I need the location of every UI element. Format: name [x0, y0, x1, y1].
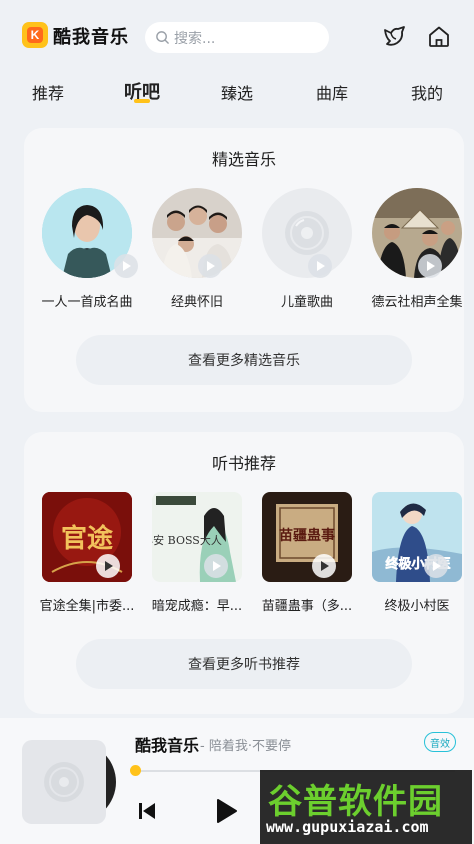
vinyl-placeholder-icon: [44, 762, 84, 802]
track-subtitle: - 陪着我·不要停: [200, 739, 291, 754]
watermark: 谷普软件园 www.gupuxiazai.com: [260, 770, 472, 844]
cover-art-image: 终极小村医: [372, 492, 462, 582]
progress-thumb[interactable]: [130, 765, 141, 776]
vinyl-placeholder-icon: [262, 188, 352, 278]
bird-icon[interactable]: [382, 24, 408, 50]
play-icon[interactable]: [212, 797, 240, 825]
section-title: 精选音乐: [211, 150, 276, 169]
play-icon[interactable]: [198, 254, 222, 278]
play-icon[interactable]: [96, 554, 120, 578]
playlist-label: 一人一首成名曲: [41, 295, 133, 310]
audiobook-label: 苗疆蛊事（多...: [261, 599, 353, 614]
playlist-cover: [262, 188, 352, 278]
track-title: 酷我音乐: [135, 736, 200, 755]
tab-selected[interactable]: 臻选: [221, 80, 253, 104]
crosstalk-photo-image: [372, 188, 462, 278]
sound-effect-badge[interactable]: 音效: [424, 732, 456, 752]
playlist-label: 儿童歌曲: [280, 295, 333, 310]
play-icon[interactable]: [418, 254, 442, 278]
tab-mine[interactable]: 我的: [411, 80, 443, 104]
cover-title-text: 苗疆蛊事: [279, 527, 335, 544]
top-tabs: 推荐 听吧 臻选 曲库 我的: [0, 72, 474, 112]
cover-art-image: 苗疆蛊事: [262, 492, 352, 582]
audiobook-label: 终极小村医: [384, 599, 450, 614]
featured-music-card: 精选音乐 一人一首成名曲 经典怀旧 儿童歌曲 德云社相声全集 查看更多精选音乐: [24, 128, 464, 412]
search-icon: [156, 31, 169, 44]
app-header: K 酷我音乐 搜索...: [0, 0, 474, 70]
search-input[interactable]: 搜索...: [145, 22, 329, 53]
audiobook-card: 听书推荐 官途 官途全集|市委... 安 BOSS大人 暗宠成瘾：早... 苗疆…: [24, 432, 464, 714]
group-photo-image: [152, 188, 242, 278]
cover-title-text: 早安 BOSS大人: [152, 533, 222, 547]
tab-library[interactable]: 曲库: [316, 80, 348, 104]
audiobook-label: 官途全集|市委...: [39, 599, 135, 614]
watermark-logo: 谷普软件园: [268, 782, 443, 822]
home-icon[interactable]: [426, 24, 452, 50]
featured-music-list: 一人一首成名曲 经典怀旧 儿童歌曲 德云社相声全集: [32, 188, 464, 310]
tab-recommend[interactable]: 推荐: [32, 80, 64, 104]
search-placeholder: 搜索...: [174, 30, 216, 47]
view-more-music-button[interactable]: 查看更多精选音乐: [76, 335, 412, 385]
audiobook-cover: 苗疆蛊事: [262, 492, 352, 582]
logo-letter: K: [27, 27, 43, 43]
playlist-label: 经典怀旧: [170, 295, 223, 310]
view-more-audiobooks-button[interactable]: 查看更多听书推荐: [76, 639, 412, 689]
audiobook-cover: 早安 BOSS大人: [152, 492, 242, 582]
play-icon[interactable]: [204, 554, 228, 578]
watermark-url: www.gupuxiazai.com: [266, 818, 429, 836]
playlist-label: 德云社相声全集: [371, 295, 463, 310]
kuwo-logo-icon: K: [22, 22, 48, 48]
cover-title-text: 官途: [61, 523, 114, 554]
cover-art-image: 早安 BOSS大人: [152, 492, 242, 582]
app-name: 酷我音乐: [53, 27, 129, 48]
play-icon[interactable]: [312, 554, 336, 578]
playlist-cover: [152, 188, 242, 278]
section-title: 听书推荐: [211, 454, 276, 473]
now-playing-cover[interactable]: [22, 740, 106, 824]
audiobook-list: 官途 官途全集|市委... 早安 BOSS大人 暗宠成瘾：早...: [32, 492, 464, 614]
playlist-cover: [372, 188, 462, 278]
play-icon[interactable]: [424, 554, 448, 578]
play-icon[interactable]: [308, 254, 332, 278]
previous-track-icon[interactable]: [136, 800, 158, 822]
audiobook-cover: 终极小村医: [372, 492, 462, 582]
audiobook-label: 暗宠成瘾：早...: [151, 599, 243, 614]
active-tab-indicator: [134, 99, 150, 103]
play-icon[interactable]: [114, 254, 138, 278]
